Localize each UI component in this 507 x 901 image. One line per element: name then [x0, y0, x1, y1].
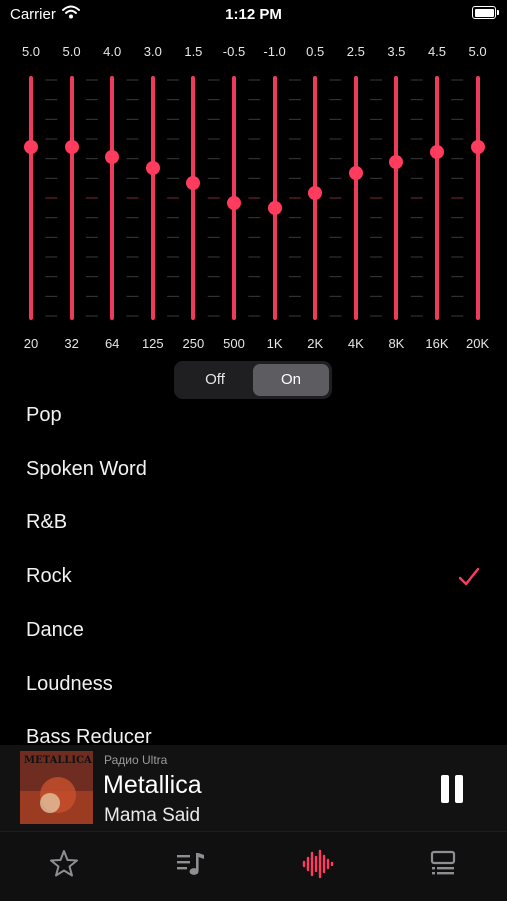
band-slider-track[interactable] [394, 76, 399, 320]
svg-text:METALLICA: METALLICA [24, 755, 92, 766]
preset-label: Loudness [26, 672, 113, 695]
preset-item[interactable]: Spoken Word [0, 444, 507, 498]
band-slider-thumb[interactable] [105, 150, 120, 165]
eq-band: 5.0 32 [52, 40, 92, 360]
eq-band: 3.5 8K [376, 40, 416, 360]
pause-button[interactable] [440, 775, 464, 803]
band-slider-thumb[interactable] [267, 201, 282, 216]
band-frequency-label: 125 [141, 336, 164, 351]
eq-band: 4.5 16K [417, 40, 457, 360]
band-gain-label: 5.0 [62, 44, 81, 59]
band-frequency-label: 20 [23, 336, 39, 351]
band-gain-label: -0.5 [222, 44, 246, 59]
band-slider-track[interactable] [110, 76, 115, 320]
band-slider-thumb[interactable] [430, 145, 444, 160]
preset-item[interactable]: Dance [0, 605, 507, 659]
band-slider-track[interactable] [435, 76, 439, 320]
band-gain-label: 5.0 [21, 44, 41, 59]
band-frequency-label: 8K [388, 336, 405, 351]
band-gain-label: 3.0 [143, 44, 162, 59]
tab-stations[interactable] [423, 844, 463, 884]
checkmark-icon [457, 565, 481, 594]
band-slider-thumb[interactable] [389, 155, 404, 170]
band-gain-label: 4.5 [427, 44, 447, 59]
tab-equalizer[interactable] [297, 844, 337, 884]
band-gain-label: 3.5 [387, 44, 406, 59]
band-slider-track[interactable] [475, 76, 480, 320]
eq-band: 3.0 125 [133, 40, 173, 360]
stations-icon [423, 850, 463, 888]
tab-favorites[interactable] [44, 844, 84, 884]
band-frequency-label: 1K [266, 336, 283, 351]
preset-label: Dance [26, 618, 84, 641]
band-slider-track[interactable] [69, 76, 74, 320]
band-frequency-label: 4K [347, 336, 364, 351]
track-title: Mama Said [104, 805, 201, 826]
preset-label: Rock [26, 565, 72, 588]
equalizer: 5.0 20 5.0 32 4.0 64 3.0 125 1.5 250 -0.5 500 -1.0 1K… [0, 40, 507, 360]
band-gain-label: 5.0 [468, 44, 487, 59]
star-icon [44, 850, 84, 888]
band-slider-thumb[interactable] [145, 160, 160, 175]
preset-item[interactable]: Loudness [0, 659, 507, 713]
eq-band: 4.0 64 [92, 40, 132, 360]
tab-bar [0, 831, 507, 901]
band-slider-thumb[interactable] [308, 185, 323, 200]
band-gain-label: -1.0 [263, 44, 286, 59]
band-gain-label: 1.5 [184, 44, 203, 59]
album-artwork[interactable]: METALLICA [20, 751, 93, 824]
preset-item[interactable]: R&B [0, 497, 507, 551]
eq-band: 5.0 20 [11, 40, 51, 360]
band-slider-track[interactable] [353, 76, 358, 320]
band-slider-thumb[interactable] [227, 196, 241, 211]
band-slider-track[interactable] [29, 76, 33, 320]
band-slider-track[interactable] [191, 76, 196, 320]
band-frequency-label: 32 [64, 336, 79, 351]
band-slider-track[interactable] [150, 76, 155, 320]
band-frequency-label: 250 [182, 336, 205, 351]
preset-label: R&B [26, 511, 68, 534]
preset-label: Spoken Word [26, 457, 147, 480]
tab-playlist[interactable] [170, 844, 210, 884]
battery-icon [472, 6, 499, 19]
band-gain-label: 2.5 [346, 44, 365, 59]
band-frequency-label: 500 [223, 336, 245, 351]
band-slider-thumb[interactable] [470, 140, 485, 155]
status-bar: Carrier 1:12 PM [0, 0, 507, 28]
band-slider-track[interactable] [272, 76, 277, 320]
band-frequency-label: 16K [425, 336, 449, 351]
clock: 1:12 PM [225, 6, 282, 23]
band-frequency-label: 20K [466, 336, 490, 351]
eq-band: -0.5 500 [214, 40, 254, 360]
eq-band: 1.5 250 [173, 40, 213, 360]
now-playing-bar[interactable]: METALLICA Радио Ultra Metallica Mama Sai… [0, 745, 507, 831]
eq-band: 0.5 2K [295, 40, 335, 360]
station-name: Радио Ultra [104, 753, 168, 767]
band-slider-thumb[interactable] [186, 175, 201, 190]
band-gain-label: 4.0 [103, 44, 122, 59]
eq-band: 5.0 20K [458, 40, 498, 360]
band-frequency-label: 2K [307, 336, 324, 351]
pause-icon [441, 775, 449, 803]
band-slider-thumb[interactable] [348, 165, 363, 180]
waveform-icon [297, 849, 337, 888]
playlist-icon [170, 853, 210, 888]
preset-item[interactable]: Pop [0, 390, 507, 444]
band-gain-label: 0.5 [306, 44, 325, 59]
artist-name: Metallica [103, 771, 202, 799]
preset-label: Pop [26, 404, 62, 426]
eq-band: 2.5 4K [336, 40, 376, 360]
band-frequency-label: 64 [104, 336, 120, 351]
eq-band: -1.0 1K [255, 40, 295, 360]
band-slider-thumb[interactable] [64, 140, 79, 155]
band-slider-thumb[interactable] [24, 140, 38, 155]
preset-item[interactable]: Rock [0, 551, 507, 605]
